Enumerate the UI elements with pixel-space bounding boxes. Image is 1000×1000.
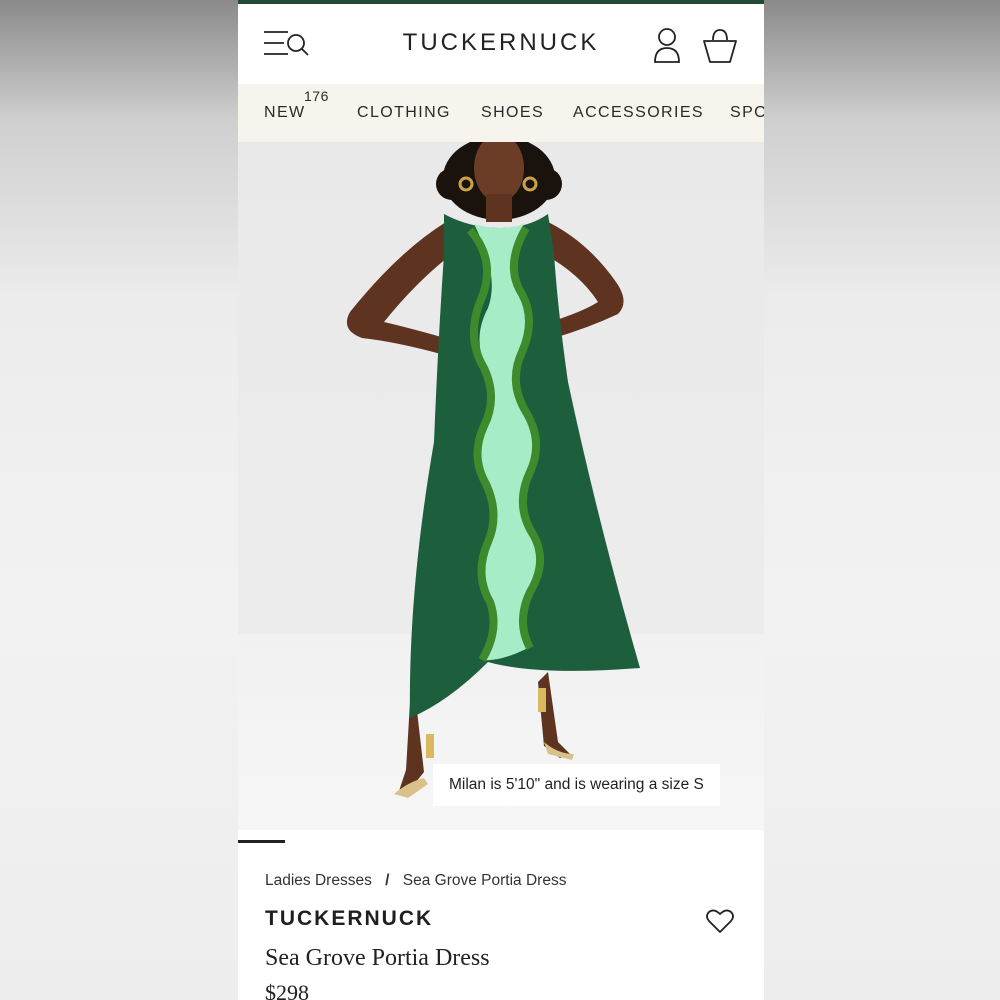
heart-icon[interactable] (706, 908, 734, 934)
nav-item-label: NEW (264, 104, 306, 121)
site-header: TUCKERNUCK (238, 4, 764, 84)
nav-item-sport[interactable]: SPO (730, 104, 764, 122)
breadcrumb-separator: / (385, 872, 390, 889)
image-slider-indicator (238, 830, 764, 846)
product-name: Sea Grove Portia Dress (265, 945, 490, 971)
fit-caption: Milan is 5'10" and is wearing a size S (433, 764, 720, 806)
breadcrumb-item-current[interactable]: Sea Grove Portia Dress (403, 872, 567, 889)
model-wearing-dress-image (346, 142, 640, 798)
breadcrumb: Ladies Dresses / Sea Grove Portia Dress (265, 872, 566, 890)
background-right (764, 0, 1000, 1000)
background-left (0, 0, 238, 1000)
category-nav: NEW 176 CLOTHING SHOES ACCESSORIES SPO (238, 84, 764, 142)
nav-item-new[interactable]: NEW (264, 104, 306, 122)
active-slide-indicator (238, 840, 285, 843)
product-price: $298 (265, 980, 309, 1000)
product-image[interactable]: Milan is 5'10" and is wearing a size S (238, 142, 764, 830)
nav-item-accessories[interactable]: ACCESSORIES (573, 104, 704, 122)
bag-icon[interactable] (702, 26, 738, 64)
brand-logo[interactable]: TUCKERNUCK (238, 29, 764, 57)
nav-item-clothing[interactable]: CLOTHING (357, 104, 451, 122)
nav-item-shoes[interactable]: SHOES (481, 104, 544, 122)
breadcrumb-item-ladies-dresses[interactable]: Ladies Dresses (265, 872, 372, 889)
product-brand[interactable]: TUCKERNUCK (265, 907, 433, 931)
account-icon[interactable] (652, 26, 682, 64)
nav-new-count-badge: 176 (304, 88, 329, 104)
mobile-page: TUCKERNUCK NEW 176 CLOTHING SHOES ACCESS… (238, 0, 764, 1000)
